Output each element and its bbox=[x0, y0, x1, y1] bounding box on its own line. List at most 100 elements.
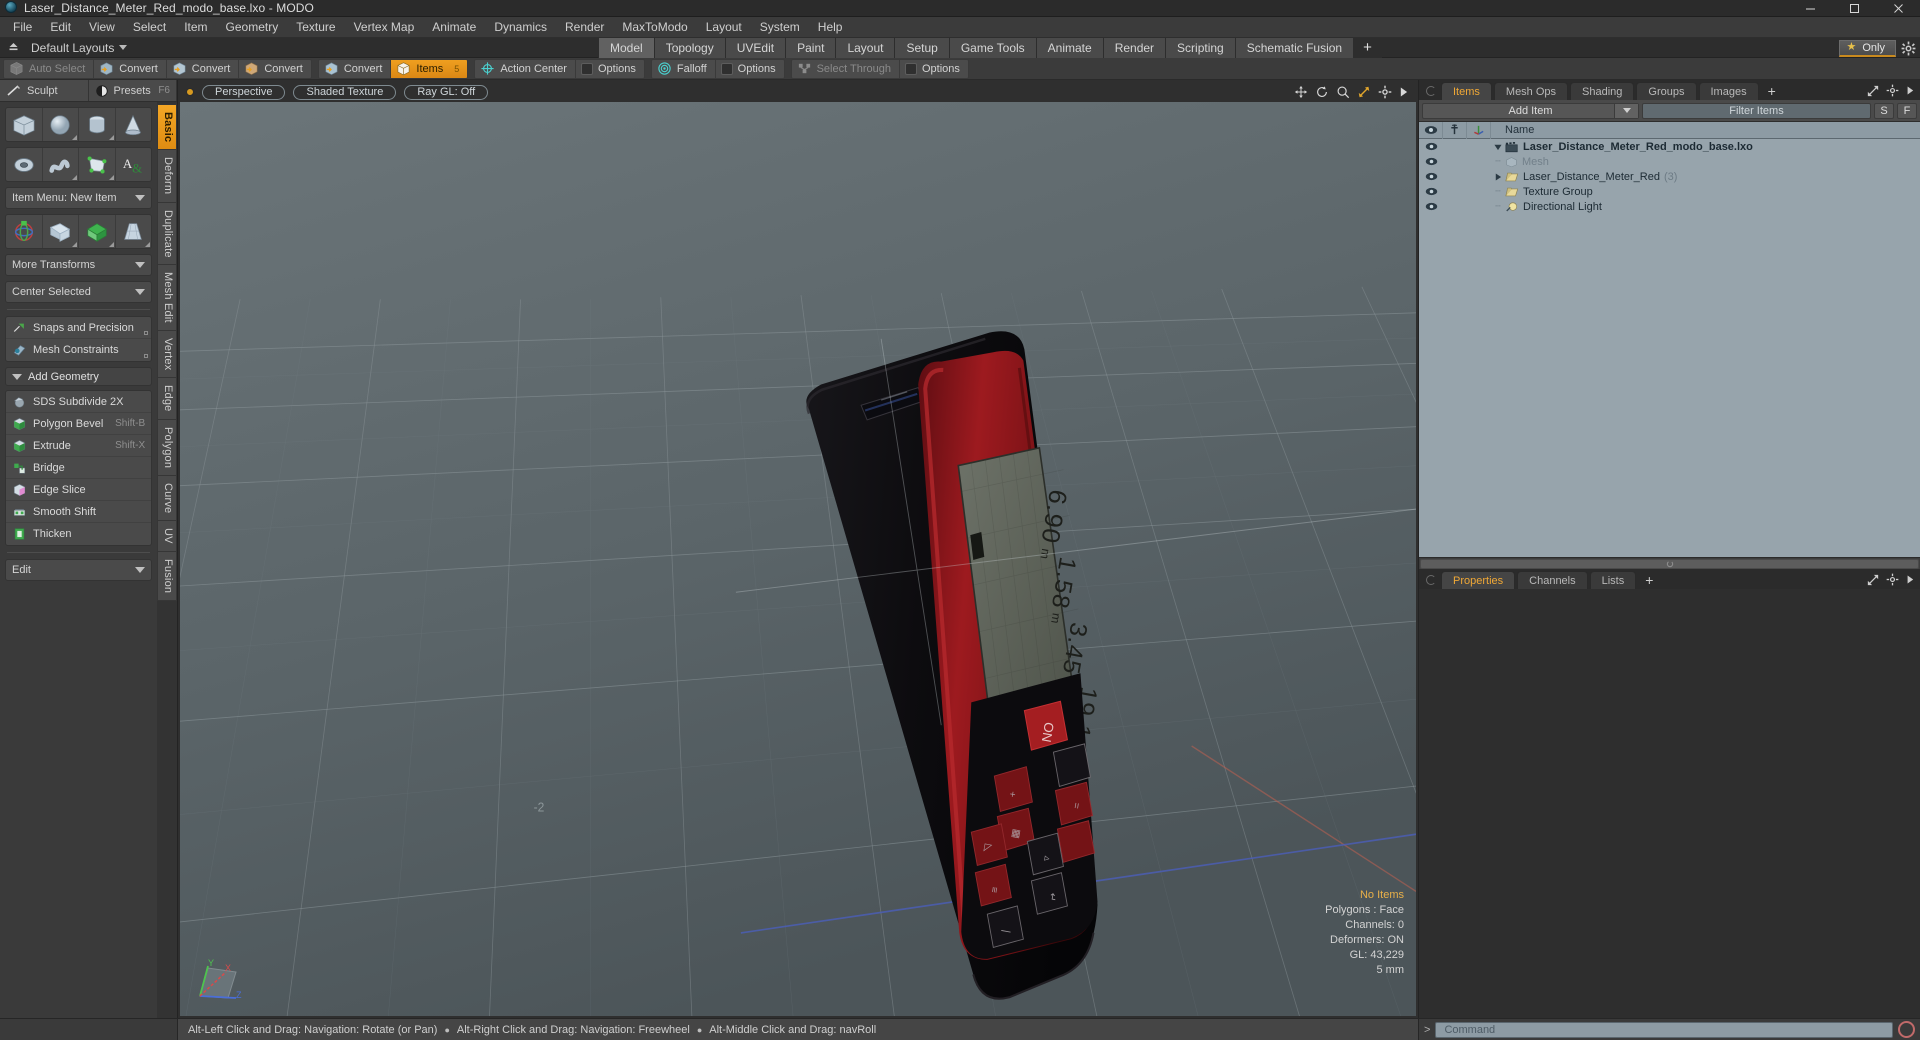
sds-subdivide-button[interactable]: SDS Subdivide 2X bbox=[6, 391, 152, 413]
mesh-constraints-button[interactable]: Mesh Constraints bbox=[6, 339, 151, 361]
table-row[interactable]: ┄ Texture Group bbox=[1419, 184, 1920, 199]
viewport-gear-icon[interactable] bbox=[1378, 85, 1392, 99]
checkbox-icon[interactable] bbox=[720, 62, 733, 75]
cone-primitive[interactable] bbox=[116, 108, 152, 141]
action-center-options-button[interactable]: Options bbox=[576, 60, 644, 78]
viewport-menu-dot[interactable] bbox=[186, 88, 194, 96]
filter-items-input[interactable]: Filter Items bbox=[1642, 102, 1871, 119]
extrude-button[interactable]: Extrude Shift-X bbox=[6, 435, 152, 457]
tab-groups[interactable]: Groups bbox=[1636, 82, 1697, 100]
move-view-icon[interactable] bbox=[1294, 85, 1308, 99]
bridge-button[interactable]: Bridge bbox=[6, 457, 152, 479]
auto-select-button[interactable]: Auto Select bbox=[4, 59, 95, 78]
vtab-fusion[interactable]: Fusion bbox=[157, 552, 177, 602]
menu-item-file[interactable]: File bbox=[4, 17, 41, 38]
more-transforms-dropdown[interactable]: More Transforms bbox=[5, 254, 153, 276]
convert-vertex-button[interactable]: Convert bbox=[94, 59, 167, 78]
convert-item-button[interactable]: Convert bbox=[319, 59, 392, 78]
falloff-options-button[interactable]: Options bbox=[716, 60, 784, 78]
tab-shading[interactable]: Shading bbox=[1570, 82, 1635, 100]
sculpt-button[interactable]: Sculpt bbox=[0, 80, 89, 101]
presets-button[interactable]: Presets F6 bbox=[88, 80, 177, 101]
default-layouts-dropdown[interactable]: Default Layouts bbox=[26, 41, 132, 55]
zoom-view-icon[interactable] bbox=[1336, 85, 1350, 99]
filter-s-button[interactable]: S bbox=[1874, 102, 1894, 119]
cylinder-primitive[interactable] bbox=[79, 108, 116, 141]
menu-item-view[interactable]: View bbox=[80, 17, 124, 38]
row-expander-right[interactable] bbox=[1491, 172, 1505, 181]
torus-primitive[interactable] bbox=[6, 148, 43, 181]
table-row[interactable]: ┄ Directional Light bbox=[1419, 199, 1920, 214]
text-primitive[interactable]: A & bbox=[116, 148, 152, 181]
properties-gear-icon[interactable] bbox=[1886, 573, 1899, 586]
menu-item-render[interactable]: Render bbox=[556, 17, 613, 38]
row-visibility-toggle[interactable] bbox=[1419, 142, 1443, 151]
menu-item-edit[interactable]: Edit bbox=[41, 17, 80, 38]
rotate-view-icon[interactable] bbox=[1315, 85, 1329, 99]
table-row[interactable]: Laser_Distance_Meter_Red_modo_base.lxo bbox=[1419, 139, 1920, 154]
select-through-options-button[interactable]: Options bbox=[900, 60, 968, 78]
action-center-button[interactable]: Action Center bbox=[475, 59, 576, 78]
thicken-button[interactable]: Thicken bbox=[6, 523, 151, 545]
layout-tab-layout[interactable]: Layout bbox=[836, 38, 896, 58]
menu-item-vertex-map[interactable]: Vertex Map bbox=[345, 17, 424, 38]
menu-item-layout[interactable]: Layout bbox=[697, 17, 751, 38]
command-input[interactable]: Command bbox=[1435, 1021, 1893, 1038]
scrollbar-thumb[interactable] bbox=[1420, 558, 1919, 569]
item-menu-dropdown[interactable]: Item Menu: New Item bbox=[5, 187, 153, 209]
tab-mesh-ops[interactable]: Mesh Ops bbox=[1493, 82, 1569, 100]
add-panel-tab-button[interactable]: + bbox=[1761, 82, 1783, 100]
panel-menu-knob[interactable] bbox=[1426, 86, 1436, 96]
layout-tab-setup[interactable]: Setup bbox=[895, 38, 950, 58]
tab-properties[interactable]: Properties bbox=[1441, 571, 1516, 589]
fit-view-icon[interactable] bbox=[1357, 85, 1371, 99]
menu-item-maxtomodo[interactable]: MaxToModo bbox=[613, 17, 696, 38]
vtab-duplicate[interactable]: Duplicate bbox=[157, 202, 177, 266]
layout-tab-uvedit[interactable]: UVEdit bbox=[725, 38, 787, 58]
edit-dropdown[interactable]: Edit bbox=[5, 559, 153, 581]
minimize-button[interactable] bbox=[1788, 0, 1832, 17]
vtab-vertex[interactable]: Vertex bbox=[157, 331, 177, 379]
only-toggle-button[interactable]: ★ Only bbox=[1838, 39, 1896, 57]
menu-item-system[interactable]: System bbox=[751, 17, 809, 38]
close-button[interactable] bbox=[1876, 0, 1920, 17]
shear-deform-icon[interactable] bbox=[79, 215, 116, 248]
items-mode-button[interactable]: Items 5 bbox=[391, 59, 468, 78]
menu-item-dynamics[interactable]: Dynamics bbox=[485, 17, 556, 38]
vtab-mesh-edit[interactable]: Mesh Edit bbox=[157, 265, 177, 332]
vtab-basic[interactable]: Basic bbox=[157, 104, 177, 151]
add-item-dropdown-button[interactable] bbox=[1614, 103, 1638, 118]
edge-slice-button[interactable]: Edge Slice bbox=[6, 479, 152, 501]
lock-column-icon[interactable] bbox=[1443, 121, 1467, 139]
vtab-deform[interactable]: Deform bbox=[157, 150, 177, 203]
center-selected-dropdown[interactable]: Center Selected bbox=[5, 281, 153, 303]
row-visibility-toggle[interactable] bbox=[1419, 187, 1443, 196]
add-layout-tab-button[interactable]: + bbox=[1354, 38, 1382, 58]
sphere-primitive[interactable] bbox=[43, 108, 80, 141]
menu-item-texture[interactable]: Texture bbox=[287, 17, 344, 38]
vtab-edge[interactable]: Edge bbox=[157, 378, 177, 420]
menu-item-help[interactable]: Help bbox=[809, 17, 852, 38]
menu-item-animate[interactable]: Animate bbox=[423, 17, 485, 38]
panel-arrow-icon[interactable] bbox=[1906, 85, 1914, 96]
layout-tab-game-tools[interactable]: Game Tools bbox=[949, 38, 1037, 58]
layout-tab-schematic-fusion[interactable]: Schematic Fusion bbox=[1235, 38, 1355, 58]
row-visibility-toggle[interactable] bbox=[1419, 157, 1443, 166]
tube-primitive[interactable] bbox=[43, 148, 80, 181]
viewport-shading-mode-button[interactable]: Shaded Texture bbox=[293, 84, 397, 100]
polygon-primitive[interactable] bbox=[79, 148, 116, 181]
row-visibility-toggle[interactable] bbox=[1419, 172, 1443, 181]
cube-primitive[interactable] bbox=[6, 108, 43, 141]
checkbox-icon[interactable] bbox=[904, 62, 917, 75]
expand-panel-icon[interactable] bbox=[1867, 85, 1879, 97]
maximize-button[interactable] bbox=[1832, 0, 1876, 17]
table-row[interactable]: Laser_Distance_Meter_Red (3) bbox=[1419, 169, 1920, 184]
axis-gizmo[interactable]: Y X Z bbox=[192, 958, 248, 1002]
menu-item-select[interactable]: Select bbox=[124, 17, 175, 38]
polygon-bevel-button[interactable]: Polygon Bevel Shift-B bbox=[6, 413, 152, 435]
axis-column-icon[interactable] bbox=[1467, 121, 1491, 139]
tab-images[interactable]: Images bbox=[1698, 82, 1759, 100]
properties-menu-knob[interactable] bbox=[1426, 575, 1436, 585]
home-arrow-icon[interactable] bbox=[6, 41, 20, 55]
layout-tab-paint[interactable]: Paint bbox=[786, 38, 837, 58]
